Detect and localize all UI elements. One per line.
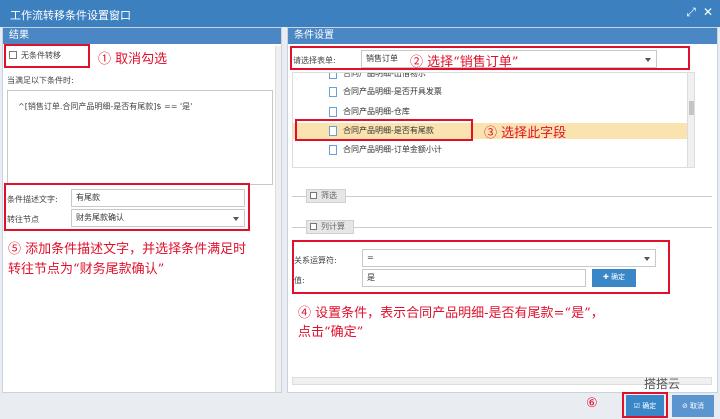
document-icon xyxy=(329,87,337,97)
annotation-6: ⑥ xyxy=(586,396,598,411)
annotation-box-3 xyxy=(295,119,473,141)
condition-settings-header: 条件设置 xyxy=(288,28,717,44)
close-icon[interactable]: ✕ xyxy=(701,5,715,19)
calc-toggle[interactable]: 列计算 xyxy=(306,220,354,234)
annotation-4-line2: 点击“确定” xyxy=(298,325,364,340)
annotation-2: ② 选择“销售订单” xyxy=(410,55,519,70)
document-icon xyxy=(329,107,337,117)
satisfy-label: 当满足以下条件时: xyxy=(7,76,74,85)
window-titlebar: 工作流转移条件设置窗口 ⤢ ✕ xyxy=(0,0,720,27)
tree-scrollbar[interactable] xyxy=(687,73,694,167)
filter-toggle[interactable]: 筛选 xyxy=(306,189,346,203)
cancel-button[interactable]: ⊘ 取消 xyxy=(672,395,714,417)
annotation-box-5 xyxy=(4,183,250,231)
result-panel-header: 结果 xyxy=(3,28,281,44)
calc-checkbox[interactable] xyxy=(310,223,317,230)
annotation-1: ① 取消勾选 xyxy=(98,52,168,67)
filter-checkbox[interactable] xyxy=(310,192,317,199)
left-scrollbar[interactable] xyxy=(275,46,281,392)
watermark-text: 搭搭云 xyxy=(644,377,681,391)
filter-divider xyxy=(292,196,712,197)
annotation-box-4 xyxy=(292,240,670,294)
cancel-icon: ⊘ xyxy=(681,402,691,410)
document-icon xyxy=(329,73,337,79)
calc-divider xyxy=(292,227,712,228)
filter-label: 筛选 xyxy=(321,191,337,200)
resize-icon[interactable]: ⤢ xyxy=(684,5,698,19)
annotation-box-6 xyxy=(622,392,668,418)
calc-label: 列计算 xyxy=(321,222,345,231)
annotation-4-line1: ④ 设置条件，表示合同产品明细-是否有尾款=“是”， xyxy=(298,306,604,321)
document-icon xyxy=(329,145,337,155)
window-title: 工作流转移条件设置窗口 xyxy=(10,9,131,22)
tree-scroll-thumb[interactable] xyxy=(689,101,694,115)
annotation-5-line2: 转往节点为“财务尾款确认” xyxy=(8,262,165,277)
footer-bar xyxy=(0,393,720,419)
annotation-box-1 xyxy=(4,44,90,68)
annotation-5-line1: ⑤ 添加条件描述文字，并选择条件满足时 xyxy=(8,242,247,257)
cancel-label: 取消 xyxy=(690,402,705,410)
annotation-3: ③ 选择此字段 xyxy=(484,126,567,141)
condition-expression-text: ^[销售订单.合同产品明细-是否有尾款]$ == '是' xyxy=(18,102,193,111)
condition-expression-box[interactable]: ^[销售订单.合同产品明细-是否有尾款]$ == '是' xyxy=(7,90,273,185)
